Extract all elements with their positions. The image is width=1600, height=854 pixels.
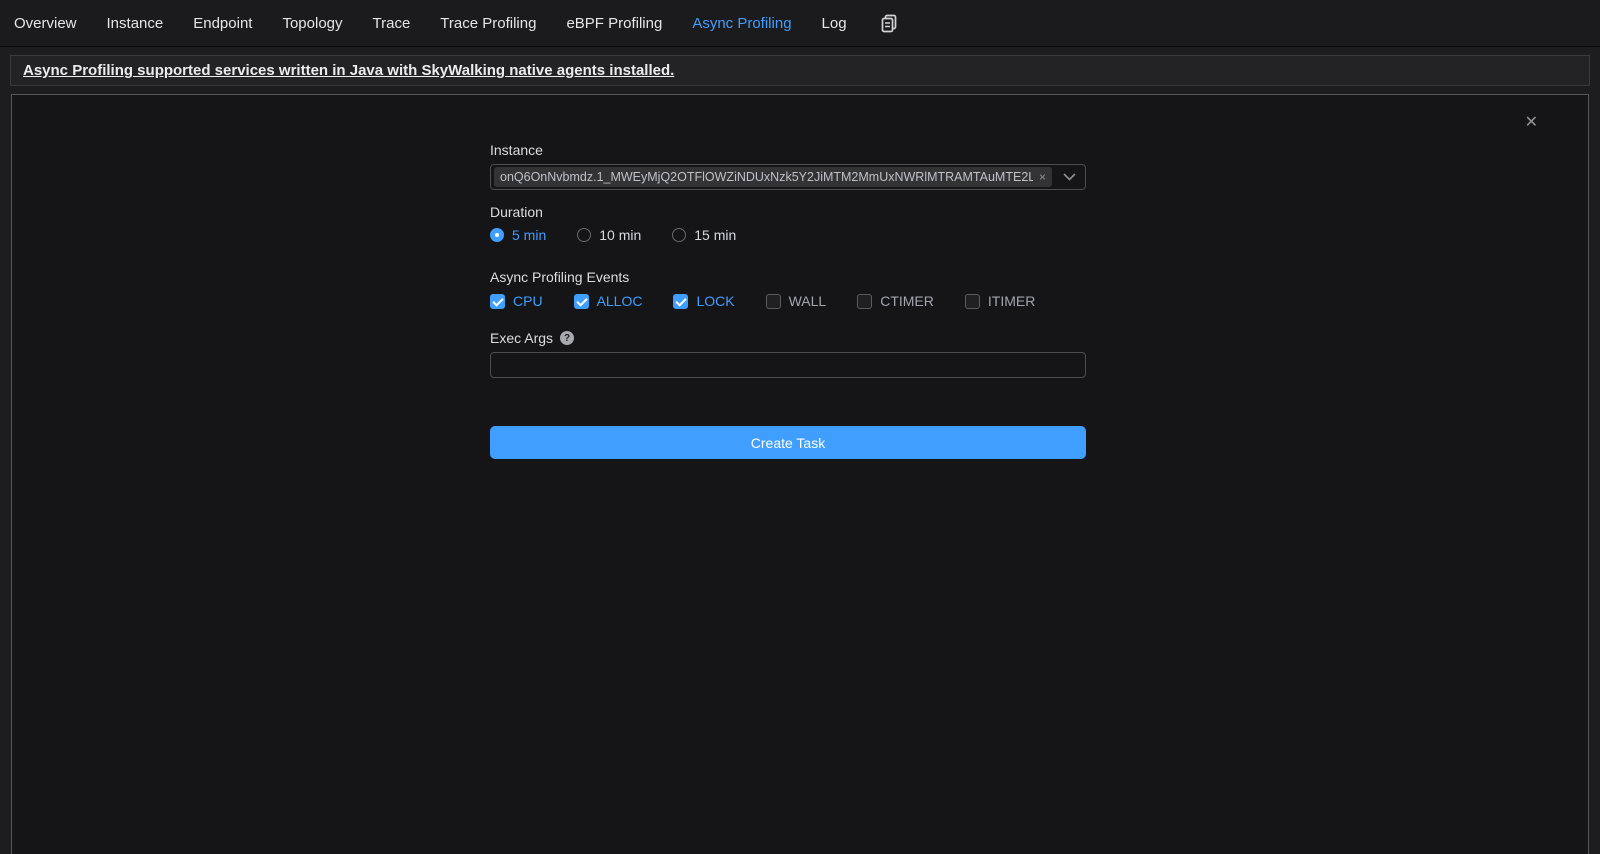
nav-tab-instance[interactable]: Instance — [107, 15, 164, 32]
checkbox-label: ALLOC — [597, 293, 643, 309]
events-label: Async Profiling Events — [490, 269, 1086, 285]
exec-args-label-text: Exec Args — [490, 330, 553, 346]
instance-selected-tag: onQ6OnNvbmdz.1_MWEyMjQ2OTFlOWZiNDUxNzk5Y… — [494, 167, 1052, 187]
instance-select[interactable]: onQ6OnNvbmdz.1_MWEyMjQ2OTFlOWZiNDUxNzk5Y… — [490, 164, 1086, 190]
radio-icon — [672, 228, 686, 242]
checkbox-icon — [965, 294, 980, 309]
nav-tab-async-profiling[interactable]: Async Profiling — [692, 15, 791, 32]
close-icon[interactable]: ✕ — [1525, 115, 1538, 131]
duration-label: Duration — [490, 204, 1086, 220]
checkbox-label: ITIMER — [988, 293, 1035, 309]
help-icon[interactable]: ? — [560, 331, 574, 345]
nav-tab-trace[interactable]: Trace — [373, 15, 411, 32]
checkbox-lock[interactable]: LOCK — [673, 293, 734, 309]
events-checkbox-group: CPU ALLOC LOCK WALL CTIMER ITIMER — [490, 293, 1086, 309]
checkbox-icon — [673, 294, 688, 309]
radio-10-min[interactable]: 10 min — [577, 227, 641, 243]
radio-label: 5 min — [512, 227, 546, 243]
chevron-down-icon[interactable] — [1063, 173, 1076, 181]
nav-tab-endpoint[interactable]: Endpoint — [193, 15, 252, 32]
instance-tag-text: onQ6OnNvbmdz.1_MWEyMjQ2OTFlOWZiNDUxNzk5Y… — [500, 170, 1033, 184]
exec-args-label: Exec Args ? — [490, 330, 1086, 346]
checkbox-alloc[interactable]: ALLOC — [574, 293, 643, 309]
checkbox-label: CTIMER — [880, 293, 934, 309]
async-profiling-task-panel: ✕ Instance onQ6OnNvbmdz.1_MWEyMjQ2OTFlOW… — [11, 94, 1589, 854]
nav-tab-ebpf-profiling[interactable]: eBPF Profiling — [566, 15, 662, 32]
checkbox-label: LOCK — [696, 293, 734, 309]
copy-document-icon[interactable] — [879, 13, 899, 34]
radio-15-min[interactable]: 15 min — [672, 227, 736, 243]
notice-bar: Async Profiling supported services writt… — [10, 55, 1590, 86]
checkbox-itimer[interactable]: ITIMER — [965, 293, 1035, 309]
radio-label: 15 min — [694, 227, 736, 243]
notice-link[interactable]: Async Profiling supported services writt… — [23, 62, 674, 79]
duration-radio-group: 5 min 10 min 15 min — [490, 227, 1086, 243]
nav-tab-overview[interactable]: Overview — [14, 15, 77, 32]
radio-icon — [490, 228, 504, 242]
top-navbar: Overview Instance Endpoint Topology Trac… — [0, 0, 1600, 47]
checkbox-icon — [857, 294, 872, 309]
create-task-form: Instance onQ6OnNvbmdz.1_MWEyMjQ2OTFlOWZi… — [490, 95, 1086, 459]
checkbox-label: CPU — [513, 293, 543, 309]
nav-tab-trace-profiling[interactable]: Trace Profiling — [440, 15, 536, 32]
checkbox-icon — [574, 294, 589, 309]
checkbox-cpu[interactable]: CPU — [490, 293, 543, 309]
tag-remove-icon[interactable]: × — [1039, 171, 1046, 183]
nav-tab-log[interactable]: Log — [822, 15, 847, 32]
checkbox-label: WALL — [789, 293, 827, 309]
radio-icon — [577, 228, 591, 242]
checkbox-icon — [766, 294, 781, 309]
checkbox-icon — [490, 294, 505, 309]
nav-tab-topology[interactable]: Topology — [282, 15, 342, 32]
create-task-button[interactable]: Create Task — [490, 426, 1086, 459]
exec-args-input[interactable] — [490, 352, 1086, 378]
checkbox-wall[interactable]: WALL — [766, 293, 827, 309]
radio-5-min[interactable]: 5 min — [490, 227, 546, 243]
instance-label: Instance — [490, 142, 1086, 158]
radio-label: 10 min — [599, 227, 641, 243]
checkbox-ctimer[interactable]: CTIMER — [857, 293, 934, 309]
